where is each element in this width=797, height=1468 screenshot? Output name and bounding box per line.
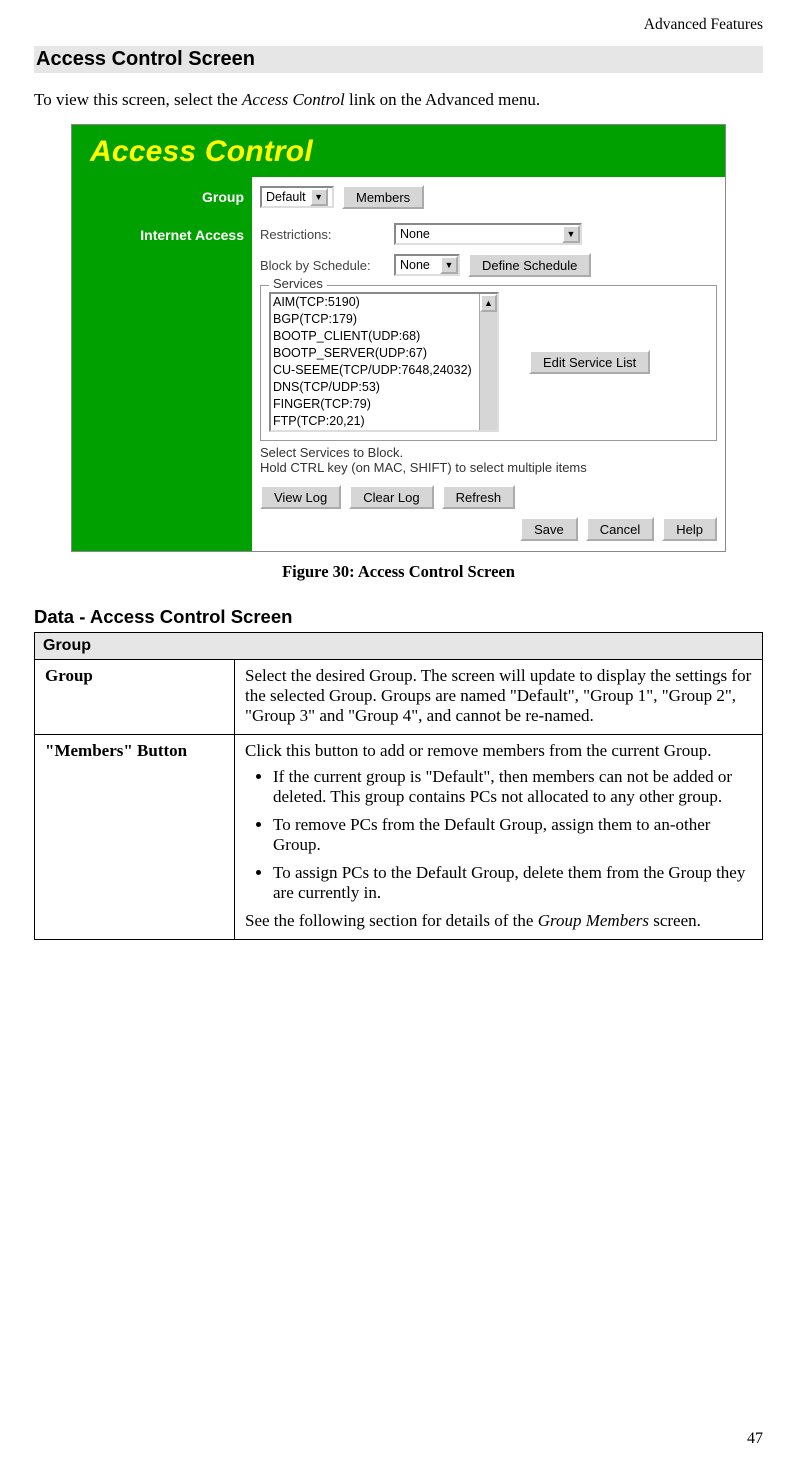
row2-tail-after: screen. <box>649 911 701 930</box>
list-item[interactable]: BOOTP_SERVER(UDP:67) <box>273 345 477 362</box>
intro-paragraph: To view this screen, select the Access C… <box>34 90 763 110</box>
view-log-button[interactable]: View Log <box>260 485 341 509</box>
help-button[interactable]: Help <box>662 517 717 541</box>
services-note: Select Services to Block. Hold CTRL key … <box>260 445 717 475</box>
page-number: 47 <box>747 1430 763 1448</box>
group-select-value: Default <box>266 190 306 204</box>
services-legend: Services <box>269 276 327 291</box>
row2-tail: See the following section for details of… <box>245 911 752 931</box>
list-item[interactable]: CU-SEEME(TCP/UDP:7648,24032) <box>273 362 477 379</box>
intro-text-after: link on the Advanced menu. <box>345 90 540 109</box>
row2-tail-before: See the following section for details of… <box>245 911 538 930</box>
restrictions-label: Restrictions: <box>260 227 388 242</box>
dropdown-arrow-icon[interactable]: ▼ <box>440 256 458 274</box>
row2-bullet: To remove PCs from the Default Group, as… <box>273 815 752 855</box>
list-item[interactable]: AIM(TCP:5190) <box>273 294 477 311</box>
members-button[interactable]: Members <box>342 185 424 209</box>
block-schedule-select[interactable]: None ▼ <box>394 254 460 276</box>
dropdown-arrow-icon[interactable]: ▼ <box>562 225 580 243</box>
data-subheading: Data - Access Control Screen <box>34 606 763 628</box>
figure-caption: Figure 30: Access Control Screen <box>34 562 763 582</box>
note-line1: Select Services to Block. <box>260 445 717 460</box>
table-row: "Members" Button Click this button to ad… <box>35 735 763 940</box>
clear-log-button[interactable]: Clear Log <box>349 485 433 509</box>
restrictions-select[interactable]: None ▼ <box>394 223 582 245</box>
figure: Access Control Group Internet Access Def… <box>34 124 763 582</box>
block-schedule-value: None <box>400 258 430 272</box>
list-item[interactable]: BGP(TCP:179) <box>273 311 477 328</box>
list-item[interactable]: BOOTP_CLIENT(UDP:68) <box>273 328 477 345</box>
row2-bullet: If the current group is "Default", then … <box>273 767 752 807</box>
dropdown-arrow-icon[interactable]: ▼ <box>310 188 328 206</box>
intro-link-name: Access Control <box>242 90 345 109</box>
edit-service-list-button[interactable]: Edit Service List <box>529 350 650 374</box>
row2-tail-em: Group Members <box>538 911 649 930</box>
row2-bullet: To assign PCs to the Default Group, dele… <box>273 863 752 903</box>
cancel-button[interactable]: Cancel <box>586 517 654 541</box>
row2-lead: Click this button to add or remove membe… <box>245 741 752 761</box>
restrictions-value: None <box>400 227 430 241</box>
screenshot-access-control: Access Control Group Internet Access Def… <box>71 124 726 552</box>
sidebar-label-group: Group <box>80 189 244 205</box>
row-label-group: Group <box>35 660 235 735</box>
row-desc-members-button: Click this button to add or remove membe… <box>235 735 763 940</box>
listbox-scrollbar[interactable]: ▲ <box>479 294 497 430</box>
sidebar-label-internet-access: Internet Access <box>80 227 244 243</box>
screenshot-title: Access Control <box>90 135 313 168</box>
block-by-schedule-label: Block by Schedule: <box>260 258 388 273</box>
intro-text-before: To view this screen, select the <box>34 90 242 109</box>
define-schedule-button[interactable]: Define Schedule <box>468 253 591 277</box>
group-select[interactable]: Default ▼ <box>260 186 334 208</box>
table-row: Group Select the desired Group. The scre… <box>35 660 763 735</box>
table-group-header: Group <box>35 633 763 660</box>
refresh-button[interactable]: Refresh <box>442 485 516 509</box>
list-item[interactable]: FINGER(TCP:79) <box>273 396 477 413</box>
services-listbox[interactable]: AIM(TCP:5190) BGP(TCP:179) BOOTP_CLIENT(… <box>269 292 499 432</box>
row-desc-group: Select the desired Group. The screen wil… <box>235 660 763 735</box>
screenshot-sidebar: Group Internet Access <box>72 177 252 551</box>
section-heading: Access Control Screen <box>34 46 763 73</box>
scroll-up-icon[interactable]: ▲ <box>480 294 497 312</box>
note-line2: Hold CTRL key (on MAC, SHIFT) to select … <box>260 460 717 475</box>
list-item[interactable]: FTP(TCP:20,21) <box>273 413 477 430</box>
header-section-label: Advanced Features <box>34 16 763 34</box>
data-table: Group Group Select the desired Group. Th… <box>34 632 763 940</box>
list-item[interactable]: DNS(TCP/UDP:53) <box>273 379 477 396</box>
screenshot-titlebar: Access Control <box>72 125 725 177</box>
save-button[interactable]: Save <box>520 517 578 541</box>
services-fieldset: Services AIM(TCP:5190) BGP(TCP:179) BOOT… <box>260 285 717 441</box>
screenshot-main: Default ▼ Members Restrictions: None ▼ <box>252 177 725 551</box>
row-label-members-button: "Members" Button <box>35 735 235 940</box>
